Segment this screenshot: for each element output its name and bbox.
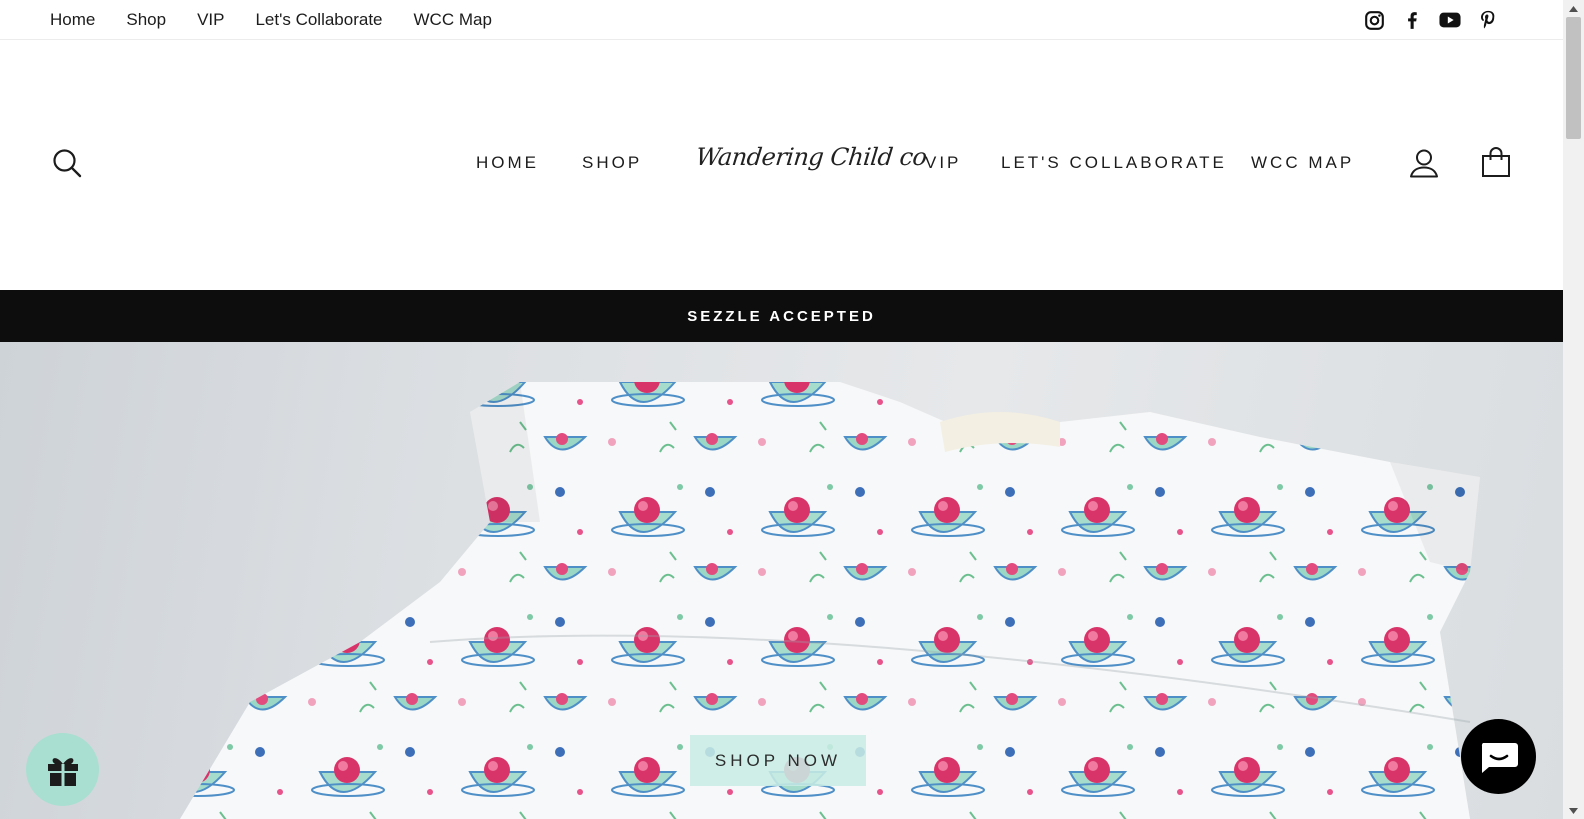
announcement-bar: SEZZLE ACCEPTED: [0, 290, 1563, 342]
scroll-down-arrow-icon[interactable]: [1563, 802, 1584, 819]
cart-icon: [1482, 147, 1510, 177]
account-button[interactable]: [1409, 148, 1439, 178]
chat-icon: [1481, 742, 1518, 773]
youtube-icon[interactable]: [1439, 9, 1461, 31]
top-link-home[interactable]: Home: [50, 10, 95, 30]
instagram-icon[interactable]: [1363, 9, 1385, 31]
scroll-thumb[interactable]: [1566, 17, 1581, 139]
rewards-button[interactable]: [26, 733, 99, 806]
shop-now-label: SHOP NOW: [714, 750, 842, 770]
page-scrollbar[interactable]: [1563, 0, 1584, 819]
top-link-collaborate[interactable]: Let's Collaborate: [255, 10, 382, 30]
account-icon: [1410, 149, 1438, 178]
social-links: [1347, 0, 1499, 40]
nav-home[interactable]: HOME: [476, 153, 539, 173]
top-utility-bar: Home Shop VIP Let's Collaborate WCC Map: [0, 0, 1563, 40]
top-link-wcc-map[interactable]: WCC Map: [414, 10, 492, 30]
scroll-up-arrow-icon[interactable]: [1563, 0, 1584, 17]
cart-button[interactable]: [1481, 146, 1511, 178]
nav-wcc-map[interactable]: WCC MAP: [1251, 153, 1354, 173]
nav-vip[interactable]: VIP: [925, 153, 961, 173]
site-header: HOME SHOP Wandering Child co VIP LET'S C…: [0, 40, 1563, 290]
nav-collaborate[interactable]: LET'S COLLABORATE: [1001, 153, 1227, 173]
search-icon: [53, 149, 82, 178]
shop-now-button[interactable]: SHOP NOW: [690, 735, 866, 786]
announcement-text: SEZZLE ACCEPTED: [687, 307, 876, 325]
site-logo[interactable]: Wandering Child co: [695, 143, 929, 171]
nav-shop[interactable]: SHOP: [582, 153, 642, 173]
search-button[interactable]: [52, 148, 82, 178]
hero-banner: SHOP NOW: [0, 342, 1563, 819]
gift-icon: [47, 757, 78, 786]
top-link-shop[interactable]: Shop: [126, 10, 166, 30]
chat-button[interactable]: [1461, 719, 1536, 794]
top-links: Home Shop VIP Let's Collaborate WCC Map: [50, 0, 523, 40]
pinterest-icon[interactable]: [1477, 9, 1499, 31]
facebook-icon[interactable]: [1401, 9, 1423, 31]
top-link-vip[interactable]: VIP: [197, 10, 224, 30]
